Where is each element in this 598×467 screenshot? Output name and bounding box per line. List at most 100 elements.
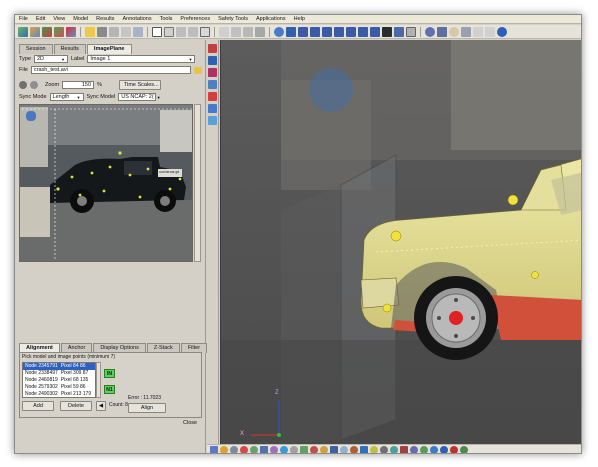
note-tool-icon[interactable] xyxy=(370,446,378,453)
section-icon[interactable] xyxy=(208,92,217,101)
undo-icon[interactable] xyxy=(109,26,119,37)
sync-mode-select[interactable]: Length ▼ xyxy=(49,93,84,101)
menu-annotations[interactable]: Annotations xyxy=(123,15,152,24)
next-page-icon[interactable] xyxy=(188,26,198,37)
zoom-input[interactable]: 150 xyxy=(62,81,95,89)
file-field[interactable]: crash_test.avi xyxy=(30,66,191,74)
sync-model-select[interactable]: US NCAP: 2(▼ xyxy=(118,93,161,101)
marker-icon[interactable] xyxy=(208,68,217,77)
measure-tool-icon[interactable] xyxy=(350,446,358,453)
delete-button[interactable]: Delete xyxy=(60,401,92,411)
model-icon[interactable] xyxy=(210,446,218,453)
time-scales-button[interactable]: Time Scales... xyxy=(118,80,161,90)
n1-button[interactable]: N1 xyxy=(104,385,115,394)
tracking-tool-icon[interactable] xyxy=(360,446,368,453)
align-button[interactable]: Align xyxy=(128,403,166,413)
view-right-icon[interactable] xyxy=(334,26,344,37)
arrow-down-icon[interactable] xyxy=(485,26,495,37)
color-icon[interactable] xyxy=(240,446,248,453)
view-top-icon[interactable] xyxy=(346,26,356,37)
redraw-icon[interactable] xyxy=(133,26,143,37)
menu-safety-tools[interactable]: Safety Tools xyxy=(218,15,248,24)
cut-icon[interactable] xyxy=(243,26,253,37)
previous-page-icon[interactable] xyxy=(176,26,186,37)
path-icon[interactable] xyxy=(410,446,418,453)
page-setup-icon[interactable] xyxy=(85,26,95,37)
scissors-alt-icon[interactable] xyxy=(30,81,38,89)
zoom-icon[interactable] xyxy=(274,26,284,37)
camera-tool-icon[interactable] xyxy=(380,446,388,453)
view-left-icon[interactable] xyxy=(322,26,332,37)
view-bottom-icon[interactable] xyxy=(358,26,368,37)
view-back-icon[interactable] xyxy=(310,26,320,37)
menu-model[interactable]: Model xyxy=(73,15,88,24)
tab-session[interactable]: Session xyxy=(19,44,53,54)
graphics-viewport[interactable]: Z X xyxy=(220,40,581,444)
list-item[interactable]: Node 2345791 Pixel 84 86 xyxy=(23,363,95,370)
deform-icon[interactable] xyxy=(290,446,298,453)
iso-icon[interactable] xyxy=(320,446,328,453)
tab-results[interactable]: Results xyxy=(53,44,86,54)
window-layout-icon[interactable] xyxy=(152,26,162,37)
preview-scrollbar[interactable] xyxy=(194,104,201,262)
globe-icon[interactable] xyxy=(497,26,507,37)
menu-help[interactable]: Help xyxy=(294,15,305,24)
add-button[interactable]: Add xyxy=(22,401,54,411)
rotate-axis-icon[interactable] xyxy=(461,26,471,37)
pan-hand-icon[interactable] xyxy=(449,26,459,37)
import-icon[interactable] xyxy=(54,26,64,37)
query-icon[interactable] xyxy=(340,446,348,453)
image-plane-icon[interactable] xyxy=(208,116,217,125)
animation-icon[interactable] xyxy=(400,446,408,453)
menu-edit[interactable]: Edit xyxy=(36,15,45,24)
folder-icon[interactable] xyxy=(193,66,202,74)
save-session-icon[interactable] xyxy=(42,26,52,37)
feature-icon[interactable] xyxy=(270,446,278,453)
label-select[interactable]: Image 1 ▼ xyxy=(87,55,196,63)
vector-icon[interactable] xyxy=(300,446,308,453)
view-rotate-icon[interactable] xyxy=(382,26,392,37)
list-item[interactable]: Node 2460819 Pixel 68 135 xyxy=(23,377,95,384)
list-item[interactable]: Node 2490302 Pixel 213 179 xyxy=(23,391,95,397)
measure-icon[interactable] xyxy=(208,80,217,89)
flipbook-icon[interactable] xyxy=(390,446,398,453)
tensor-icon[interactable] xyxy=(310,446,318,453)
type-select[interactable]: 2D ▼ xyxy=(33,55,68,63)
list-item[interactable]: Node 2338497 Pixel 309 87 xyxy=(23,370,95,377)
paste-icon[interactable] xyxy=(231,26,241,37)
view-front-icon[interactable] xyxy=(298,26,308,37)
note-icon[interactable] xyxy=(208,56,217,65)
menu-tools[interactable]: Tools xyxy=(160,15,173,24)
list-item[interactable]: Node 2579302 Pixel 59 86 xyxy=(23,384,95,391)
menu-results[interactable]: Results xyxy=(96,15,114,24)
stop-icon[interactable] xyxy=(450,446,458,453)
fit-model-icon[interactable] xyxy=(425,26,435,37)
annotation-icon[interactable] xyxy=(208,44,217,53)
menu-preferences[interactable]: Preferences xyxy=(180,15,210,24)
mesh-icon[interactable] xyxy=(260,446,268,453)
wireframe-icon[interactable] xyxy=(230,446,238,453)
view-pan-icon[interactable] xyxy=(394,26,404,37)
open-session-icon[interactable] xyxy=(18,26,28,37)
scissors-icon[interactable] xyxy=(19,81,27,89)
view-iso-icon[interactable] xyxy=(370,26,380,37)
image-preview[interactable]: ouchercar.gd xyxy=(19,104,193,262)
redo-icon[interactable] xyxy=(121,26,131,37)
menu-applications[interactable]: Applications xyxy=(256,15,286,24)
node-pixel-list[interactable]: Node 2345791 Pixel 84 86 Node 2338497 Pixe… xyxy=(22,362,96,398)
copy-icon[interactable] xyxy=(219,26,229,37)
open-model-icon[interactable] xyxy=(30,26,40,37)
print-icon[interactable] xyxy=(97,26,107,37)
tab-imageplane[interactable]: ImagePlane xyxy=(86,44,132,54)
tracking-icon[interactable] xyxy=(208,104,217,113)
reset-icon[interactable]: ◀ xyxy=(96,401,106,411)
step-icon[interactable] xyxy=(460,446,468,453)
menu-file[interactable]: File xyxy=(19,15,28,24)
shaded-icon[interactable] xyxy=(220,446,228,453)
link-icon[interactable] xyxy=(255,26,265,37)
section-cut-icon[interactable] xyxy=(420,446,428,453)
camera-icon[interactable] xyxy=(406,26,416,37)
page-layout-icon[interactable] xyxy=(164,26,174,37)
element-icon[interactable] xyxy=(250,446,258,453)
close-button[interactable]: Close xyxy=(183,420,197,426)
